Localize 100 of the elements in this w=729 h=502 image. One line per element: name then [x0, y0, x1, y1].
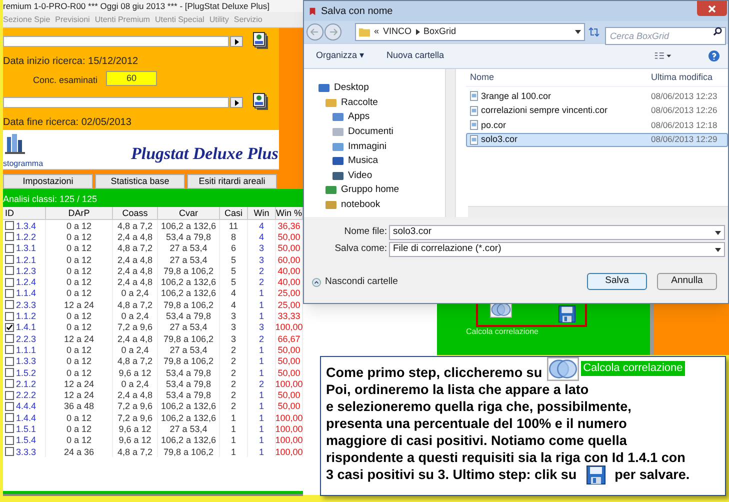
tree-item[interactable]: Documenti: [304, 124, 455, 140]
table-cell: 2.1.2: [16, 378, 36, 389]
column-header[interactable]: Win: [248, 207, 276, 219]
checkbox[interactable]: [5, 368, 14, 377]
class-count-label: Analisi classi: 125 / 125: [3, 192, 98, 206]
search-field[interactable]: Cerca BoxGrid: [605, 27, 726, 45]
column-header[interactable]: Nome: [466, 70, 651, 84]
checkbox[interactable]: [5, 390, 14, 400]
correlation-label: Calcola correlazione: [466, 326, 538, 338]
tab[interactable]: Impostazioni: [3, 174, 93, 189]
table-cell: 4,8 a 7,2: [117, 243, 153, 254]
table-cell: 1: [230, 412, 236, 423]
table-cell: 1: [258, 344, 264, 355]
checkbox[interactable]: [5, 413, 14, 422]
table-cell: 79,8 a 106,2: [163, 300, 214, 310]
file-name-field[interactable]: solo3.cor: [389, 225, 725, 240]
tree-item[interactable]: Gruppo home: [304, 183, 455, 198]
tree-item[interactable]: Immagini: [304, 139, 455, 154]
column-header[interactable]: Coass: [113, 207, 158, 219]
table-cell: 0 a 2,4: [121, 288, 149, 298]
file-type-dropdown[interactable]: File di correlazione (*.cor): [389, 242, 725, 257]
table-cell: 50,00: [278, 232, 300, 242]
table-cell: 1: [258, 424, 264, 434]
breadcrumb-item[interactable]: VINCO: [383, 25, 412, 39]
column-header[interactable]: Cvar: [158, 207, 220, 219]
checkbox[interactable]: [5, 436, 14, 445]
file-row[interactable]: 3range al 100.cor 08/06/2013 12:23: [466, 89, 728, 104]
table-cell: 1: [258, 300, 264, 310]
checkbox[interactable]: [5, 345, 14, 354]
table-cell: 4: [230, 300, 236, 310]
file-row[interactable]: po.cor 08/06/2013 12:18: [466, 118, 728, 132]
table-cell: 100,00: [275, 322, 303, 332]
table-cell: 0 a 12: [66, 412, 92, 423]
column-header[interactable]: ID: [3, 207, 46, 219]
checkbox[interactable]: [5, 288, 14, 298]
conc-field[interactable]: 60: [106, 71, 157, 86]
file-row[interactable]: solo3.cor 08/06/2013 12:29: [466, 132, 728, 147]
tree-item[interactable]: Raccolte: [304, 96, 455, 110]
column-header[interactable]: Ultima modifica: [651, 70, 728, 84]
checkbox[interactable]: [5, 402, 14, 411]
checkbox[interactable]: [5, 221, 14, 230]
tree-item[interactable]: notebook: [304, 198, 455, 212]
table-cell: 2: [230, 390, 236, 400]
tree-item[interactable]: Musica: [304, 154, 455, 169]
file-icon: [470, 106, 478, 116]
scroll-right-button[interactable]: [230, 97, 243, 108]
tab[interactable]: Statistica base: [95, 174, 185, 189]
checkbox[interactable]: [5, 424, 14, 434]
checkbox[interactable]: [5, 244, 14, 253]
table-cell: 100,00: [275, 435, 303, 446]
callout-text: rispondente a questi requisiti sia la riga con Id 1.4.1 con: [326, 449, 686, 466]
breadcrumb-item[interactable]: BoxGrid: [424, 25, 456, 39]
checkbox[interactable]: [5, 232, 14, 242]
checkbox[interactable]: [5, 278, 14, 287]
table-cell: 2.2.2: [16, 390, 36, 400]
vertical-scrollbar[interactable]: [445, 69, 455, 217]
table-cell: 24 a 36: [64, 446, 94, 457]
checkbox[interactable]: [5, 379, 14, 388]
callout-text: maggiore di casi positivi. Notiamo come quella: [326, 432, 628, 449]
tree-item[interactable]: Apps: [304, 110, 455, 125]
table-cell: 1.4.4: [16, 412, 36, 423]
table-cell: 2,4 a 4,8: [117, 390, 153, 400]
dialog-button[interactable]: Annulla: [657, 273, 717, 290]
table-cell: 100,00: [275, 412, 303, 423]
table-cell: 0 a 12: [66, 435, 92, 446]
close-button[interactable]: [697, 1, 727, 16]
horizontal-scrollbar[interactable]: [468, 206, 728, 217]
checkbox[interactable]: [5, 322, 14, 332]
folder-icon: [318, 83, 330, 94]
checkbox[interactable]: [5, 300, 14, 310]
checkbox[interactable]: [5, 255, 14, 264]
toolbar-button[interactable]: Organizza ▾: [316, 49, 365, 63]
checkbox[interactable]: [5, 334, 14, 344]
table-cell: 50,00: [278, 390, 300, 400]
start-date-label: Data inizio ricerca: 15/12/2012: [3, 55, 138, 69]
hide-folders-button[interactable]: Nascondi cartelle: [312, 275, 398, 290]
table-cell: 1.2.3: [16, 266, 36, 276]
checkbox[interactable]: [5, 356, 14, 366]
checkbox[interactable]: [5, 312, 14, 321]
table-cell: 1.2.1: [16, 254, 36, 265]
checkbox[interactable]: [5, 447, 14, 456]
callout-text: Poi, ordineremo la lista che appare a lato: [326, 381, 590, 398]
address-bar[interactable]: « VINCO BoxGrid: [355, 23, 585, 41]
table-cell: 3.3.3: [16, 446, 36, 457]
tab[interactable]: Esiti ritardi areali: [187, 174, 277, 189]
table-cell: 66,67: [278, 334, 300, 344]
folder-icon: [332, 142, 344, 152]
column-header[interactable]: Casi: [220, 207, 248, 219]
toolbar-button[interactable]: Nuova cartella: [386, 49, 444, 63]
dialog-button[interactable]: Salva: [587, 273, 647, 290]
table-cell: 0 a 12: [66, 322, 92, 332]
file-row[interactable]: correlazioni sempre vincenti.cor 08/06/2013 12:26: [466, 104, 728, 118]
column-header[interactable]: DArP: [46, 207, 113, 219]
table-cell: 2: [258, 266, 264, 276]
checkbox[interactable]: [5, 266, 14, 276]
scroll-right-button[interactable]: [230, 36, 243, 47]
table-cell: 100,00: [275, 378, 303, 389]
tree-item[interactable]: Video: [304, 168, 455, 184]
table-cell: 2,4 a 4,8: [117, 232, 153, 242]
tree-item[interactable]: Desktop: [304, 81, 455, 96]
